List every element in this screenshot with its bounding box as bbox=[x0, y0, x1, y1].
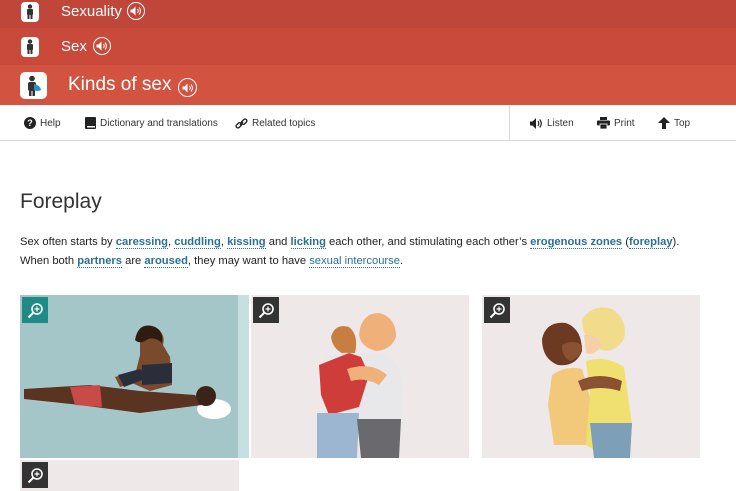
listen-label: Listen bbox=[547, 117, 574, 129]
page-title: Foreplay bbox=[20, 190, 102, 213]
help-label: Help bbox=[40, 117, 61, 129]
dictionary-label: Dictionary and translations bbox=[100, 117, 218, 129]
help-icon: ? bbox=[24, 117, 36, 129]
breadcrumb-sexuality[interactable]: Sexuality bbox=[0, 0, 736, 28]
top-label: Top bbox=[674, 117, 691, 129]
breadcrumb-sex[interactable]: Sex bbox=[0, 28, 736, 65]
zoom-button[interactable] bbox=[22, 462, 48, 488]
dictionary-link[interactable]: Dictionary and translations bbox=[85, 105, 218, 141]
link-icon bbox=[235, 117, 248, 129]
illustration-hug[interactable] bbox=[251, 295, 469, 458]
link-kissing[interactable]: kissing bbox=[227, 236, 266, 249]
breadcrumb-kinds-of-sex[interactable]: Kinds of sex bbox=[0, 65, 736, 105]
link-partners[interactable]: partners bbox=[77, 255, 122, 268]
person-icon bbox=[21, 37, 39, 57]
speaker-icon bbox=[530, 117, 542, 129]
illustration-massage[interactable] bbox=[20, 295, 249, 458]
hug-illustration bbox=[251, 295, 469, 458]
zoom-icon bbox=[27, 467, 43, 483]
link-licking[interactable]: licking bbox=[290, 236, 326, 249]
print-label: Print bbox=[614, 117, 635, 129]
breadcrumb-label: Kinds of sex bbox=[68, 74, 172, 95]
zoom-button[interactable] bbox=[253, 297, 279, 323]
person-icon bbox=[21, 2, 39, 22]
arrow-up-icon bbox=[658, 117, 670, 129]
toolbar: ? Help Dictionary and translations Relat… bbox=[0, 105, 736, 141]
zoom-button[interactable] bbox=[484, 297, 510, 323]
related-label: Related topics bbox=[252, 117, 316, 129]
breadcrumb-label: Sexuality bbox=[61, 3, 122, 20]
speaker-icon[interactable] bbox=[93, 37, 111, 55]
couple-icon bbox=[20, 72, 47, 99]
help-link[interactable]: ? Help bbox=[24, 105, 61, 141]
massage-illustration bbox=[20, 295, 249, 458]
kiss-illustration bbox=[482, 295, 700, 458]
zoom-icon bbox=[258, 302, 274, 318]
print-button[interactable]: Print bbox=[597, 105, 635, 141]
zoom-button[interactable] bbox=[22, 297, 48, 323]
speaker-icon[interactable] bbox=[178, 78, 197, 97]
listen-button[interactable]: Listen bbox=[530, 105, 574, 141]
link-cuddling[interactable]: cuddling bbox=[174, 236, 221, 249]
printer-icon bbox=[597, 117, 610, 129]
link-sexual-intercourse[interactable]: sexual intercourse bbox=[309, 255, 400, 268]
book-icon bbox=[85, 117, 96, 129]
link-erogenous-zones[interactable]: erogenous zones bbox=[530, 236, 623, 249]
intro-paragraph: Sex often starts by caressing, cuddling,… bbox=[20, 236, 680, 268]
speaker-icon[interactable] bbox=[127, 2, 145, 20]
link-aroused[interactable]: aroused bbox=[144, 255, 188, 268]
svg-text:?: ? bbox=[27, 118, 33, 128]
zoom-icon bbox=[489, 302, 505, 318]
link-caressing[interactable]: caressing bbox=[115, 236, 169, 249]
breadcrumb-label: Sex bbox=[61, 38, 87, 55]
illustration-4[interactable] bbox=[20, 460, 239, 491]
illustration-kiss[interactable] bbox=[482, 295, 700, 458]
toolbar-divider bbox=[509, 105, 510, 141]
top-button[interactable]: Top bbox=[658, 105, 690, 141]
link-foreplay[interactable]: foreplay bbox=[629, 236, 673, 249]
related-topics-link[interactable]: Related topics bbox=[235, 105, 315, 141]
zoom-icon bbox=[27, 302, 43, 318]
